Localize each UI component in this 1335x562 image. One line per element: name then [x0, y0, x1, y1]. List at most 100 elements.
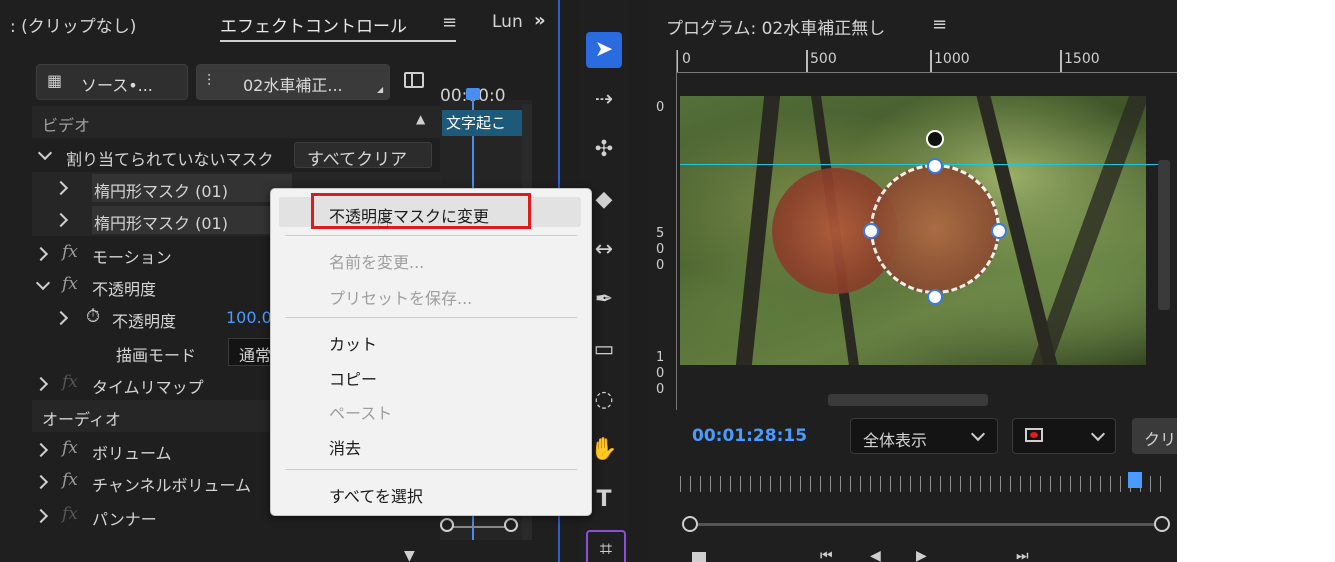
- panner-label: パンナー: [92, 510, 157, 529]
- menu-item-copy[interactable]: コピー: [329, 366, 377, 390]
- mask-ellipse-2[interactable]: [870, 164, 1000, 294]
- mask-rotate-handle[interactable]: [926, 130, 944, 148]
- ruler-tick: 0: [682, 51, 691, 67]
- zoom-handle-left[interactable]: [682, 516, 698, 532]
- step-forward-icon[interactable]: ⏭: [1016, 548, 1029, 562]
- chevron-down-icon[interactable]: [35, 275, 51, 291]
- ruler-tick: 1000: [934, 51, 970, 67]
- unassigned-masks-label: 割り当てられていないマスク: [66, 150, 274, 169]
- frame-back-icon[interactable]: ◀: [870, 548, 881, 562]
- video-section-header: ビデオ ▲: [32, 106, 442, 138]
- fx-icon[interactable]: fx: [62, 242, 78, 262]
- chevron-right-icon[interactable]: [33, 376, 49, 392]
- program-video-frame[interactable]: [680, 96, 1146, 365]
- menu-item-paste[interactable]: ペースト: [329, 400, 392, 424]
- caption-tool-icon[interactable]: ⌗: [586, 530, 626, 562]
- mouse-cursor-icon: ☝: [377, 209, 390, 233]
- clear-all-label: すべてクリア: [307, 150, 408, 170]
- toggle-timeline-icon[interactable]: [404, 72, 424, 88]
- tab-lumetri[interactable]: Lun: [492, 12, 523, 32]
- tab-effect-controls[interactable]: エフェクトコントロール: [220, 12, 407, 37]
- menu-item-clear[interactable]: 消去: [329, 435, 361, 459]
- fx-icon[interactable]: fx: [62, 274, 78, 294]
- program-menu-icon[interactable]: ≡: [932, 14, 947, 35]
- quality-select[interactable]: [1012, 418, 1116, 454]
- ec-zoom-bar[interactable]: [440, 514, 524, 540]
- ruler-v-tick: 5 0 0: [656, 226, 665, 273]
- source-button[interactable]: ▦ ソース•...: [36, 64, 188, 100]
- chevron-right-icon[interactable]: [33, 508, 49, 524]
- motion-label: モーション: [92, 248, 172, 267]
- monitor-h-scrollbar[interactable]: [828, 394, 988, 406]
- zoom-handle-right[interactable]: [1154, 516, 1170, 532]
- active-tab-underline: [220, 40, 456, 42]
- premiere-window: : (クリップなし) エフェクトコントロール ≡ Lun » ▦ ソース•...…: [0, 0, 1177, 562]
- collapse-up-icon[interactable]: ▲: [416, 112, 425, 126]
- clear-all-button[interactable]: すべてクリア: [294, 142, 432, 170]
- fx-icon[interactable]: fx: [62, 504, 78, 524]
- mask-handle-bottom[interactable]: [927, 289, 943, 305]
- blend-mode-label: 描画モード: [116, 346, 197, 365]
- chevron-down-icon: [1090, 426, 1106, 442]
- panel-menu-icon[interactable]: ≡: [442, 12, 457, 33]
- mask2-label: 楕円形マスク (01): [94, 214, 228, 233]
- mask-handle-top[interactable]: [927, 158, 943, 174]
- filter-icon[interactable]: ▼: [404, 548, 415, 562]
- chevron-right-icon[interactable]: [53, 180, 69, 196]
- zoom-select[interactable]: 全体表示: [850, 418, 998, 454]
- menu-item-cut[interactable]: カット: [329, 331, 377, 355]
- program-timecode[interactable]: 00:01:28:15: [692, 426, 807, 446]
- chevron-down-icon[interactable]: [37, 145, 53, 161]
- ruler-tick: 1500: [1064, 51, 1100, 67]
- guide-line: [680, 164, 1158, 165]
- time-ruler[interactable]: [680, 476, 1162, 492]
- chevron-right-icon[interactable]: [33, 474, 49, 490]
- mask-handle-right[interactable]: [991, 223, 1007, 239]
- vertical-ruler-line: [676, 50, 677, 410]
- mask1-label: 楕円形マスク (01): [94, 182, 228, 201]
- zoom-scrollbar-track[interactable]: [684, 523, 1160, 526]
- sequence-button[interactable]: ⫶ 02水車補正... ◢: [196, 64, 390, 100]
- volume-label: ボリューム: [92, 444, 172, 463]
- opacity-value[interactable]: 100.0: [226, 308, 272, 327]
- overflow-tabs-icon[interactable]: »: [534, 10, 546, 31]
- menu-item-rename[interactable]: 名前を変更...: [329, 249, 424, 273]
- selection-tool-icon[interactable]: ➤: [586, 32, 622, 68]
- chevron-right-icon[interactable]: [53, 212, 69, 228]
- context-menu: 不透明度マスクに変更 ☝ 名前を変更... プリセットを保存... カット コピ…: [270, 188, 592, 516]
- track-select-icon[interactable]: ⇢: [586, 82, 622, 118]
- next-button[interactable]: クリ: [1132, 418, 1177, 454]
- unassigned-masks-row[interactable]: 割り当てられていないマスク すべてクリア: [32, 140, 442, 172]
- monitor-v-scrollbar[interactable]: [1158, 160, 1170, 310]
- chevron-right-icon[interactable]: [33, 442, 49, 458]
- menu-item-save-preset[interactable]: プリセットを保存...: [329, 285, 472, 309]
- horizontal-ruler: 0 500 1000 1500: [676, 50, 1177, 74]
- sequence-icon: ⫶: [207, 71, 212, 90]
- fx-icon[interactable]: fx: [62, 470, 78, 490]
- step-back-icon[interactable]: ⏮: [820, 548, 833, 562]
- fx-icon[interactable]: fx: [62, 438, 78, 458]
- program-title: プログラム: 02水車補正無し: [666, 19, 886, 39]
- stopwatch-icon[interactable]: ⏱: [86, 306, 100, 327]
- play-icon[interactable]: ▶: [916, 548, 927, 562]
- caption-clip[interactable]: 文字起こ: [442, 110, 522, 136]
- program-playhead[interactable]: [1128, 472, 1142, 488]
- chevron-right-icon[interactable]: [53, 310, 69, 326]
- sequence-label: 02水車補正...: [243, 76, 343, 95]
- ruler-v-tick: 0: [656, 100, 665, 115]
- menu-separator: [285, 235, 577, 236]
- source-label: ソース•...: [81, 76, 153, 95]
- menu-item-select-all[interactable]: すべてを選択: [329, 483, 423, 507]
- dropdown-corner-icon: ◢: [377, 85, 384, 94]
- menu-item-convert-to-opacity-mask[interactable]: 不透明度マスクに変更: [329, 203, 489, 227]
- mask-handle-left[interactable]: [863, 223, 879, 239]
- chevron-down-icon: [970, 426, 986, 442]
- fx-icon[interactable]: fx: [62, 372, 78, 392]
- ruler-v-tick: 1 0 0: [656, 350, 665, 397]
- playhead-handle[interactable]: [466, 88, 480, 100]
- marker-icon[interactable]: [692, 552, 706, 562]
- ripple-edit-icon[interactable]: ✣: [586, 132, 622, 168]
- zoom-value: 全体表示: [863, 431, 928, 450]
- opacity-label: 不透明度: [92, 280, 157, 299]
- chevron-right-icon[interactable]: [33, 246, 49, 262]
